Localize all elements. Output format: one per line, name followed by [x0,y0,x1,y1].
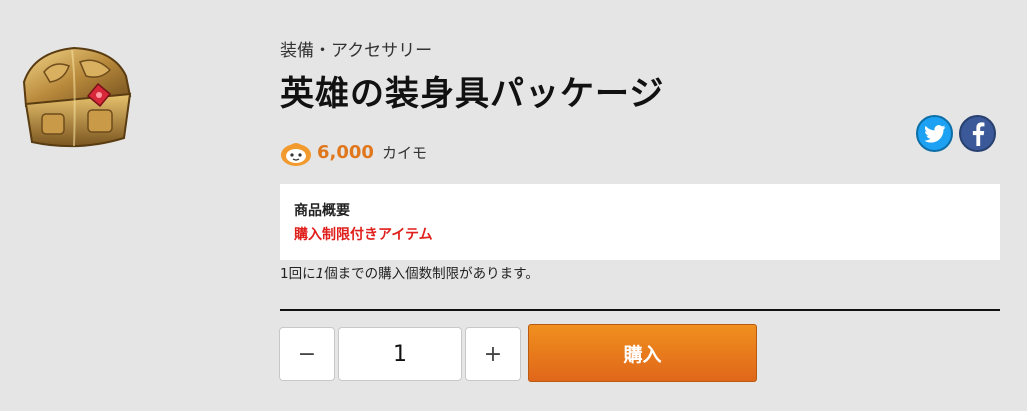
quantity-increase-button[interactable]: + [465,327,521,381]
note-suffix: 個までの購入個数制限があります。 [324,266,539,282]
facebook-icon [972,121,984,146]
divider [280,309,1000,311]
price-value: 6,000 [317,141,374,163]
purchase-limit-note: 1回に1個までの購入個数制限があります。 [280,262,539,282]
purchase-limit-badge: 購入制限付きアイテム [294,227,433,243]
note-count: 1 [315,266,325,282]
treasure-chest-icon [22,46,132,148]
price-currency: カイモ [381,143,427,162]
kaimo-coin-icon [281,143,311,166]
twitter-share-button[interactable] [916,115,953,152]
note-prefix: 1回に [280,266,316,282]
price-row: 6,000 カイモ [279,135,427,169]
quantity-decrease-button[interactable]: − [279,327,335,381]
product-summary: 商品概要 購入制限付きアイテム [280,184,1000,260]
quantity-input[interactable] [338,327,462,381]
facebook-share-button[interactable] [959,115,996,152]
product-category: 装備・アクセサリー [280,41,433,61]
summary-heading: 商品概要 [294,203,350,219]
buy-button[interactable]: 購入 [528,324,757,382]
social-share [916,115,996,152]
product-title: 英雄の装身具パッケージ [280,74,665,114]
twitter-icon [923,124,945,143]
